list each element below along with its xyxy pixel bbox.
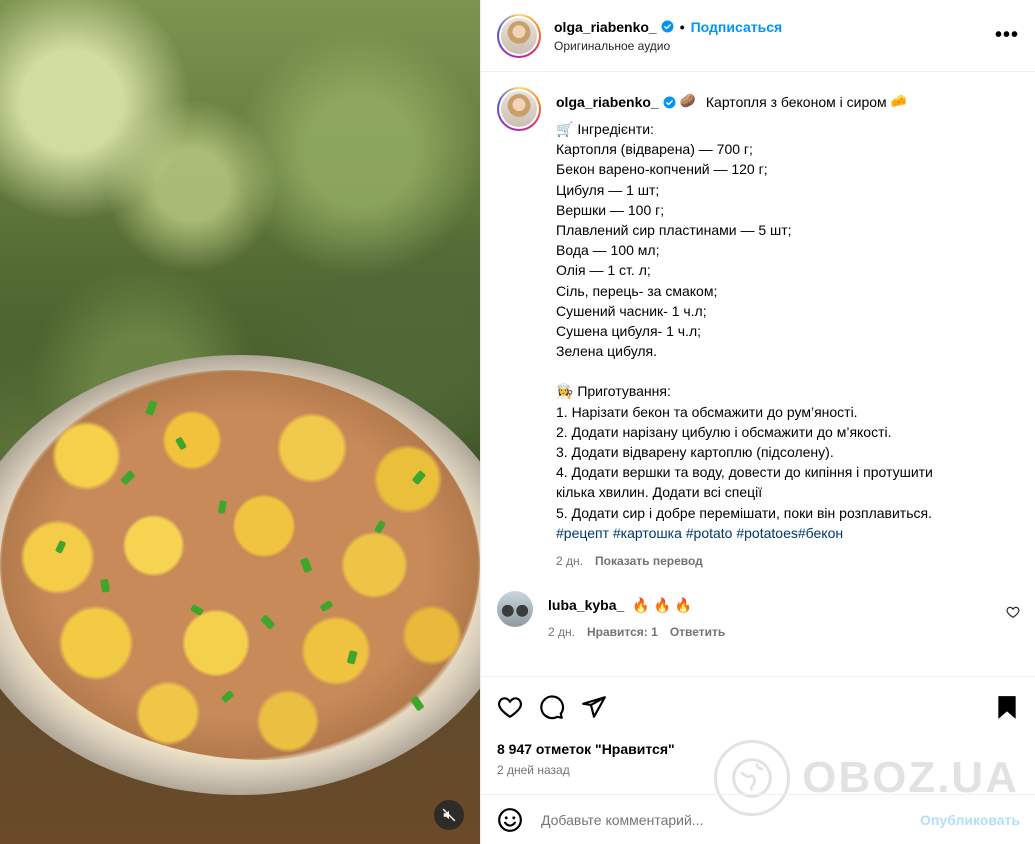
commenter-username[interactable]: luba_kyba_ xyxy=(548,597,624,613)
show-translation-button[interactable]: Показать перевод xyxy=(595,551,703,571)
instagram-post-modal: olga_riabenko_ • Подписаться Оригинально… xyxy=(0,0,1035,844)
caption-line: Зелена цибуля. xyxy=(556,343,658,360)
comment-bubble-icon[interactable] xyxy=(539,694,565,720)
emoji-smile-icon[interactable] xyxy=(497,807,523,833)
comment-like-heart-icon[interactable] xyxy=(1006,605,1020,619)
reply-button[interactable]: Ответить xyxy=(670,625,725,639)
caption-line: кілька хвилин. Додати всі спеції xyxy=(556,484,763,501)
bookmark-saved-icon[interactable] xyxy=(994,694,1020,720)
caption-line: 1. Нарізати бекон та обсмажити до рум’ян… xyxy=(556,403,858,420)
comment-likes-count[interactable]: Нравится: 1 xyxy=(587,625,658,639)
caption-line: Вершки — 100 г; xyxy=(556,201,665,218)
caption-text: 🛒 Інгрeдієнти: Картопля (відварена) — 700… xyxy=(556,119,933,523)
comment-item: luba_kyba_ 🔥 🔥 🔥 2 дн. Нравится: 1 Ответ… xyxy=(497,591,1020,639)
caption-line: 🛒 Інгрeдієнти: xyxy=(556,121,654,137)
caption-username[interactable]: olga_riabenko_ xyxy=(556,92,659,112)
caption-line: 5. Додати сир і добре перемішати, поки в… xyxy=(556,504,932,521)
caption-author-avatar[interactable] xyxy=(497,87,541,131)
caption-line: Олія — 1 ст. л; xyxy=(556,262,651,279)
caption-line: 4. Додати вершки та воду, довести до кип… xyxy=(556,464,933,481)
caption-hashtags[interactable]: #рецепт #картошка #potato #potatoes#беко… xyxy=(556,523,933,543)
caption-line: Бекон варено-копчений — 120 г; xyxy=(556,161,768,178)
comment-time: 2 дн. xyxy=(548,625,575,640)
caption-line: Цибуля — 1 шт; xyxy=(556,181,660,198)
caption-line: Сушений часник- 1 ч.л; xyxy=(556,302,707,319)
share-send-icon[interactable] xyxy=(581,694,607,720)
more-options-button[interactable]: ••• xyxy=(995,24,1019,47)
caption-line: 👩‍🍳 Приготування: xyxy=(556,383,671,400)
caption-time: 2 дн. xyxy=(556,554,583,569)
caption-scroll-area[interactable]: olga_riabenko_ 🥔 Картопля з беконом і си… xyxy=(481,73,1035,675)
caption-line: Сушена цибуля- 1 ч.л; xyxy=(556,323,701,340)
post-media[interactable] xyxy=(0,0,480,844)
follow-button[interactable]: Подписаться xyxy=(691,19,783,35)
speaker-muted-icon xyxy=(442,808,456,822)
author-avatar[interactable] xyxy=(497,13,541,58)
mute-audio-button[interactable] xyxy=(434,800,464,830)
caption-line: 3. Додати відварену картоплю (підсолену)… xyxy=(556,444,834,461)
separator-dot: • xyxy=(679,18,685,35)
caption-title: Картопля з беконом і сиром xyxy=(705,93,887,110)
cheese-emoji-icon: 🧀 xyxy=(890,93,907,109)
potato-emoji-icon: 🥔 xyxy=(679,93,696,109)
caption-line: 2. Додати нарізану цибулю і обсмажити до… xyxy=(556,423,892,440)
caption: olga_riabenko_ 🥔 Картопля з беконом і си… xyxy=(497,87,1020,571)
comment-composer: Опубликовать xyxy=(481,794,1035,844)
caption-line: Сіль, перець- за смаком; xyxy=(556,282,718,299)
caption-line xyxy=(556,361,933,381)
comment-text: 🔥 🔥 🔥 xyxy=(632,596,693,613)
caption-line: Плавлений сир пластинами — 5 шт; xyxy=(556,222,792,239)
comment-input[interactable] xyxy=(541,811,921,828)
caption-line: Вода — 100 мл; xyxy=(556,242,660,259)
post-header: olga_riabenko_ • Подписаться Оригинально… xyxy=(481,0,1035,72)
verified-badge-icon xyxy=(663,96,676,108)
publish-button[interactable]: Опубликовать xyxy=(920,812,1020,828)
commenter-avatar[interactable] xyxy=(497,591,533,628)
like-heart-icon[interactable] xyxy=(497,694,523,720)
author-username[interactable]: olga_riabenko_ xyxy=(554,19,657,35)
verified-badge-icon xyxy=(661,20,674,33)
post-side-panel: olga_riabenko_ • Подписаться Оригинально… xyxy=(480,0,1035,844)
original-audio-link[interactable]: Оригинальное аудио xyxy=(554,39,995,53)
caption-line: Картопля (відварена) — 700 г; xyxy=(556,141,753,158)
